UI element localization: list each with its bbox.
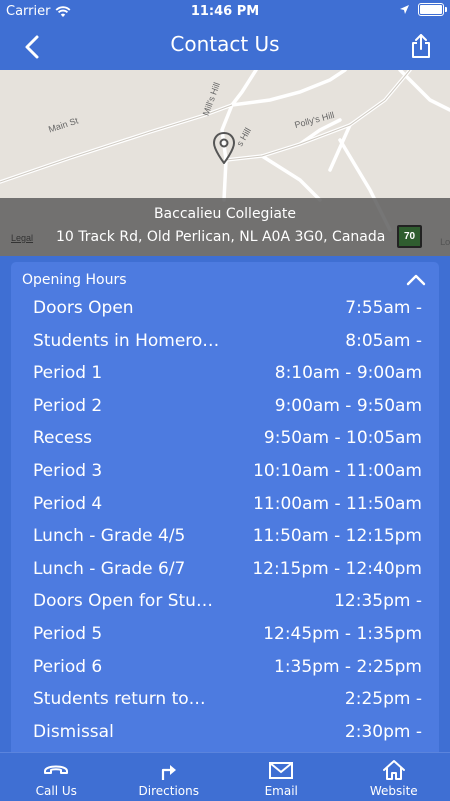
- hours-row-label: Students in Homero…: [33, 331, 219, 351]
- location-arrow-icon: [399, 4, 410, 15]
- hours-row-label: Students return to…: [33, 689, 206, 709]
- hours-row-label: Period 3: [33, 461, 102, 481]
- phone-icon: [42, 759, 70, 781]
- opening-hours-card: Opening Hours Doors Open 7:55am - Student…: [11, 262, 439, 754]
- hours-row: Lunch - Grade 6/7 12:15pm - 12:40pm: [11, 555, 439, 588]
- route-shield: 70: [397, 225, 422, 248]
- hours-row-time: 8:05am -: [345, 331, 422, 351]
- tab-call-us[interactable]: Call Us: [0, 753, 113, 801]
- hours-row: Doors Open 7:55am -: [11, 294, 439, 327]
- hours-row: Dismissal 2:30pm -: [11, 718, 439, 751]
- hours-row-time: 7:55am -: [345, 298, 422, 318]
- hours-row-label: Dismissal: [33, 722, 114, 742]
- road-label-edge: Lo: [440, 238, 450, 248]
- hours-row: Period 1 8:10am - 9:00am: [11, 359, 439, 392]
- hours-row: Period 4 11:00am - 11:50am: [11, 490, 439, 523]
- share-icon: [408, 32, 434, 60]
- share-button[interactable]: [408, 32, 434, 60]
- hours-row-label: Period 2: [33, 396, 102, 416]
- tab-email[interactable]: Email: [225, 753, 338, 801]
- hours-row-time: 12:15pm - 12:40pm: [252, 559, 422, 579]
- hours-row-time: 9:00am - 9:50am: [275, 396, 422, 416]
- hours-row-time: 9:50am - 10:05am: [264, 428, 422, 448]
- hours-row: Lunch - Grade 4/5 11:50am - 12:15pm: [11, 522, 439, 555]
- place-address: 10 Track Rd, Old Perlican, NL A0A 3G0, C…: [56, 229, 385, 245]
- hours-row-time: 8:10am - 9:00am: [275, 363, 422, 383]
- page-title: Contact Us: [0, 32, 450, 56]
- tab-website[interactable]: Website: [338, 753, 450, 801]
- hours-row-label: Period 5: [33, 624, 102, 644]
- hours-row-time: 12:35pm -: [334, 591, 422, 611]
- battery-icon: [418, 3, 444, 16]
- place-name: Baccalieu Collegiate: [0, 206, 450, 222]
- hours-row-label: Lunch - Grade 6/7: [33, 559, 185, 579]
- bottom-tab-bar: Call Us Directions Email Website: [0, 752, 450, 801]
- status-bar: Carrier 11:46 PM: [0, 0, 450, 22]
- location-map[interactable]: Main St Mill's Hill Polly's Hill s Hill …: [0, 70, 450, 256]
- hours-row: Period 5 12:45pm - 1:35pm: [11, 620, 439, 653]
- map-pin-icon: [212, 132, 236, 164]
- hours-row-time: 12:45pm - 1:35pm: [263, 624, 422, 644]
- chevron-up-icon: [405, 270, 427, 290]
- status-time: 11:46 PM: [0, 4, 450, 19]
- tab-label: Email: [225, 784, 338, 798]
- hours-row-label: Doors Open: [33, 298, 134, 318]
- hours-list: Doors Open 7:55am - Students in Homero… 8:…: [11, 294, 439, 750]
- hours-row-label: Period 6: [33, 657, 102, 677]
- collapse-button[interactable]: [405, 270, 427, 290]
- opening-hours-title: Opening Hours: [22, 272, 127, 288]
- hours-row-time: 2:25pm -: [345, 689, 422, 709]
- hours-row-time: 2:30pm -: [345, 722, 422, 742]
- hours-row-label: Recess: [33, 428, 92, 448]
- hours-row-label: Period 4: [33, 494, 102, 514]
- tab-label: Call Us: [0, 784, 113, 798]
- status-right: [399, 3, 444, 16]
- hours-row: Students return to… 2:25pm -: [11, 685, 439, 718]
- email-icon: [268, 759, 294, 781]
- hours-row: Period 2 9:00am - 9:50am: [11, 392, 439, 425]
- hours-row-label: Period 1: [33, 363, 102, 383]
- hours-row-time: 10:10am - 11:00am: [253, 461, 422, 481]
- hours-row: Period 3 10:10am - 11:00am: [11, 457, 439, 490]
- map-legal-link[interactable]: Legal: [11, 233, 33, 243]
- hours-row-time: 11:50am - 12:15pm: [253, 526, 422, 546]
- hours-row: Period 6 1:35pm - 2:25pm: [11, 653, 439, 686]
- hours-row: Recess 9:50am - 10:05am: [11, 424, 439, 457]
- directions-icon: [157, 759, 181, 781]
- tab-label: Website: [338, 784, 450, 798]
- navigation-bar: Contact Us: [0, 22, 450, 70]
- hours-row-label: Lunch - Grade 4/5: [33, 526, 185, 546]
- hours-row-label: Doors Open for Stu…: [33, 591, 213, 611]
- hours-row-time: 11:00am - 11:50am: [253, 494, 422, 514]
- hours-row-time: 1:35pm - 2:25pm: [274, 657, 422, 677]
- home-icon: [381, 759, 407, 781]
- hours-row: Doors Open for Stu… 12:35pm -: [11, 587, 439, 620]
- tab-label: Directions: [113, 784, 226, 798]
- map-address-overlay: Baccalieu Collegiate Legal 10 Track Rd, …: [0, 198, 450, 256]
- hours-row: Students in Homero… 8:05am -: [11, 327, 439, 360]
- tab-directions[interactable]: Directions: [113, 753, 226, 801]
